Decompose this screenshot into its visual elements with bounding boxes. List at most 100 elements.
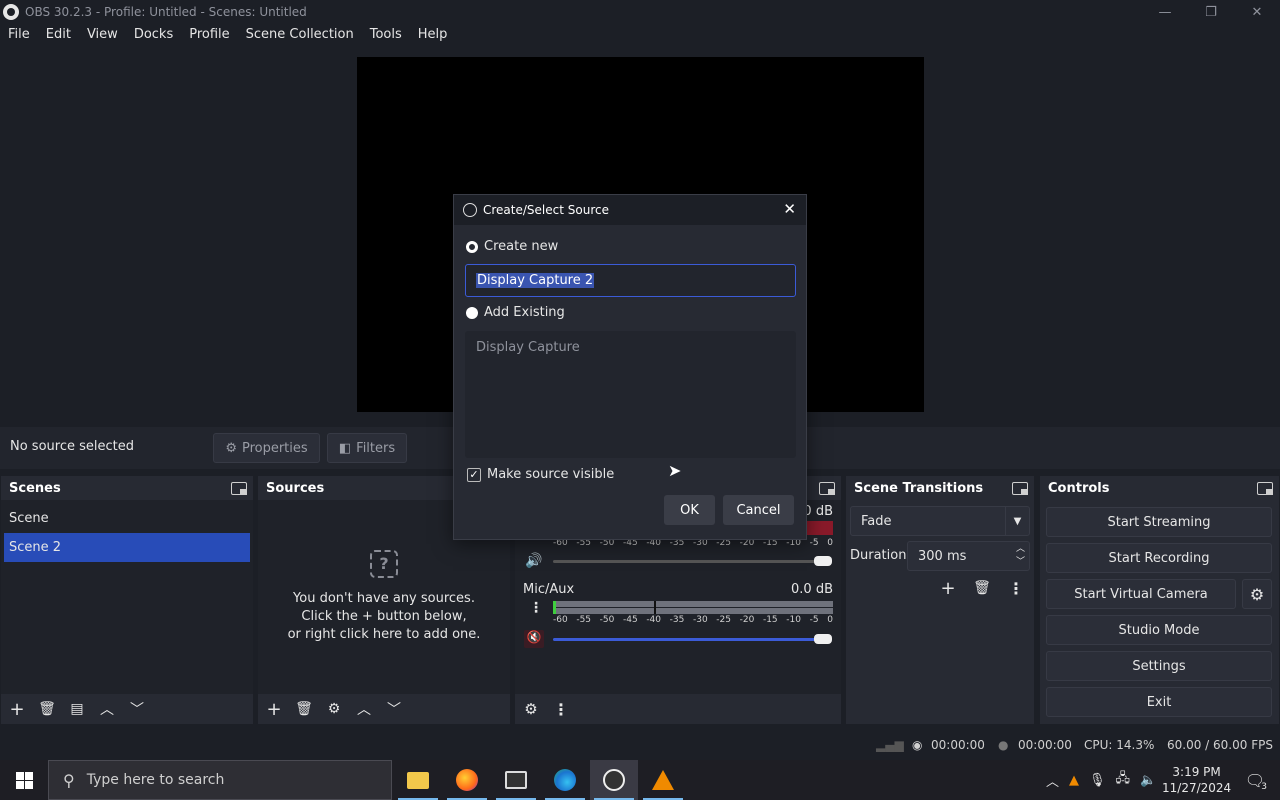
close-button[interactable]: ✕	[1234, 0, 1280, 24]
menu-profile[interactable]: Profile	[181, 24, 237, 46]
notification-icon[interactable]: 🗨 3	[1238, 760, 1272, 800]
undock-icon[interactable]	[231, 481, 247, 495]
system-tray: ︿ ▲ 🎙 🖧 🔈	[1046, 760, 1156, 800]
obs-logo-icon	[3, 4, 19, 20]
start-virtual-camera-button[interactable]: Start Virtual Camera	[1046, 579, 1236, 609]
scenes-title: Scenes	[9, 480, 61, 496]
properties-button[interactable]: ⚙ Properties	[213, 433, 320, 463]
edge-icon[interactable]	[541, 760, 589, 800]
vlc-tray-icon[interactable]: ▲	[1069, 773, 1079, 788]
close-icon[interactable]: ✕	[783, 200, 796, 218]
chevron-down-icon[interactable]: ▼	[1005, 507, 1029, 535]
microphone-icon[interactable]: 🎙	[1089, 773, 1106, 788]
source-up-icon[interactable]: ︿	[352, 697, 376, 721]
create-new-radio[interactable]	[466, 241, 478, 253]
show-hidden-icons-icon[interactable]: ︿	[1046, 771, 1059, 790]
menu-tools[interactable]: Tools	[362, 24, 410, 46]
maximize-button[interactable]: ❐	[1188, 0, 1234, 24]
scene-transitions-dock: Scene Transitions Fade ▼ Duration 300 ms…	[845, 475, 1035, 725]
add-scene-icon[interactable]: +	[5, 697, 29, 721]
cancel-button[interactable]: Cancel	[723, 495, 794, 525]
empty-sources-line3: or right click here to add one.	[287, 627, 481, 642]
taskbar-search[interactable]: ⚲ Type here to search	[48, 760, 392, 800]
move-up-icon[interactable]: ︿	[95, 697, 119, 721]
add-transition-icon[interactable]: +	[936, 576, 960, 600]
add-source-icon[interactable]: +	[262, 697, 286, 721]
source-name-input[interactable]: Display Capture 2	[465, 264, 796, 297]
obs-logo-icon	[463, 203, 477, 217]
clock[interactable]: 3:19 PM 11/27/2024	[1162, 760, 1231, 800]
start-streaming-button[interactable]: Start Streaming	[1046, 507, 1272, 537]
add-existing-radio[interactable]	[466, 307, 478, 319]
advanced-audio-icon[interactable]: ⚙	[519, 697, 543, 721]
vlc-icon[interactable]	[639, 760, 687, 800]
obs-taskbar-icon[interactable]	[590, 760, 638, 800]
menu-view[interactable]: View	[79, 24, 126, 46]
ok-button[interactable]: OK	[664, 495, 715, 525]
source-properties-icon[interactable]: ⚙	[322, 697, 346, 721]
status-bar: ▂▄▆ ◉ 00:00:00 ● 00:00:00 CPU: 14.3% 60.…	[0, 732, 1280, 760]
mic-menu-icon[interactable]: ⋮	[529, 600, 543, 616]
desktop-volume-knob[interactable]	[814, 556, 832, 566]
exit-button[interactable]: Exit	[1046, 687, 1272, 717]
volume-icon[interactable]: 🔈	[1140, 773, 1156, 788]
mic-volume-knob[interactable]	[814, 634, 832, 644]
file-explorer-icon[interactable]	[394, 760, 442, 800]
fps: 60.00 / 60.00 FPS	[1167, 738, 1273, 752]
search-icon: ⚲	[63, 770, 75, 790]
start-recording-button[interactable]: Start Recording	[1046, 543, 1272, 573]
scenes-list[interactable]: Scene Scene 2	[1, 500, 253, 694]
mic-volume-slider[interactable]	[553, 638, 823, 641]
video-editor-icon[interactable]	[492, 760, 540, 800]
settings-button[interactable]: Settings	[1046, 651, 1272, 681]
record-time: 00:00:00	[1018, 738, 1072, 752]
network-icon[interactable]: 🖧	[1116, 769, 1131, 791]
move-down-icon[interactable]: ﹀	[125, 697, 149, 721]
minimize-button[interactable]: —	[1142, 0, 1188, 24]
gear-icon: ⚙	[225, 440, 237, 456]
scene-item[interactable]: Scene	[1, 504, 253, 533]
scene-filters-icon[interactable]: ▤	[65, 697, 89, 721]
mic-meter-ticks: -60 -55 -50 -45 -40 -35 -30 -25 -20 -15 -10 -5 0	[553, 615, 833, 625]
duration-spinbox[interactable]: 300 ms ︿ ﹀	[907, 541, 1030, 571]
mic-meter-top	[553, 601, 833, 607]
stream-icon: ◉	[912, 738, 923, 752]
filters-button[interactable]: ◧ Filters	[327, 433, 407, 463]
transition-menu-icon[interactable]: ⋮	[1004, 576, 1028, 600]
desktop-volume-slider[interactable]	[553, 560, 823, 563]
virtual-camera-settings-icon[interactable]: ⚙	[1242, 579, 1272, 609]
menu-scene-collection[interactable]: Scene Collection	[238, 24, 362, 46]
make-visible-checkbox[interactable]: ✓	[467, 468, 481, 482]
remove-scene-icon[interactable]: 🗑	[35, 697, 59, 721]
studio-mode-button[interactable]: Studio Mode	[1046, 615, 1272, 645]
existing-source-item[interactable]: Display Capture	[476, 340, 580, 355]
firefox-icon[interactable]	[443, 760, 491, 800]
menu-edit[interactable]: Edit	[38, 24, 79, 46]
undock-icon[interactable]	[1012, 481, 1028, 495]
transition-select[interactable]: Fade ▼	[850, 506, 1030, 536]
cpu-usage: CPU: 14.3%	[1084, 738, 1155, 752]
scene-item-selected[interactable]: Scene 2	[4, 533, 250, 562]
source-down-icon[interactable]: ﹀	[382, 697, 406, 721]
menu-docks[interactable]: Docks	[126, 24, 181, 46]
remove-source-icon[interactable]: 🗑	[292, 697, 316, 721]
make-visible-label[interactable]: Make source visible	[487, 467, 614, 482]
mic-label: Mic/Aux	[523, 582, 575, 597]
mixer-menu-icon[interactable]: ⋮	[549, 697, 573, 721]
signal-icon: ▂▄▆	[876, 738, 904, 752]
add-existing-label[interactable]: Add Existing	[484, 305, 565, 320]
mic-db: 0.0 dB	[791, 582, 833, 597]
undock-icon[interactable]	[819, 481, 835, 495]
speaker-icon[interactable]: 🔊	[525, 553, 542, 569]
undock-icon[interactable]	[1257, 481, 1273, 495]
existing-sources-list[interactable]: Display Capture	[465, 331, 796, 458]
menu-file[interactable]: File	[0, 24, 38, 46]
spinner-arrows-icon[interactable]: ︿ ﹀	[1016, 543, 1025, 569]
remove-transition-icon[interactable]: 🗑	[970, 576, 994, 600]
create-new-label[interactable]: Create new	[484, 239, 558, 254]
mic-mute-icon[interactable]: 🔇	[524, 630, 544, 648]
filter-icon: ◧	[338, 440, 352, 456]
menu-help[interactable]: Help	[410, 24, 456, 46]
start-button[interactable]	[0, 760, 48, 800]
scenes-dock: Scenes Scene Scene 2 + 🗑 ▤ ︿ ﹀	[0, 475, 254, 725]
